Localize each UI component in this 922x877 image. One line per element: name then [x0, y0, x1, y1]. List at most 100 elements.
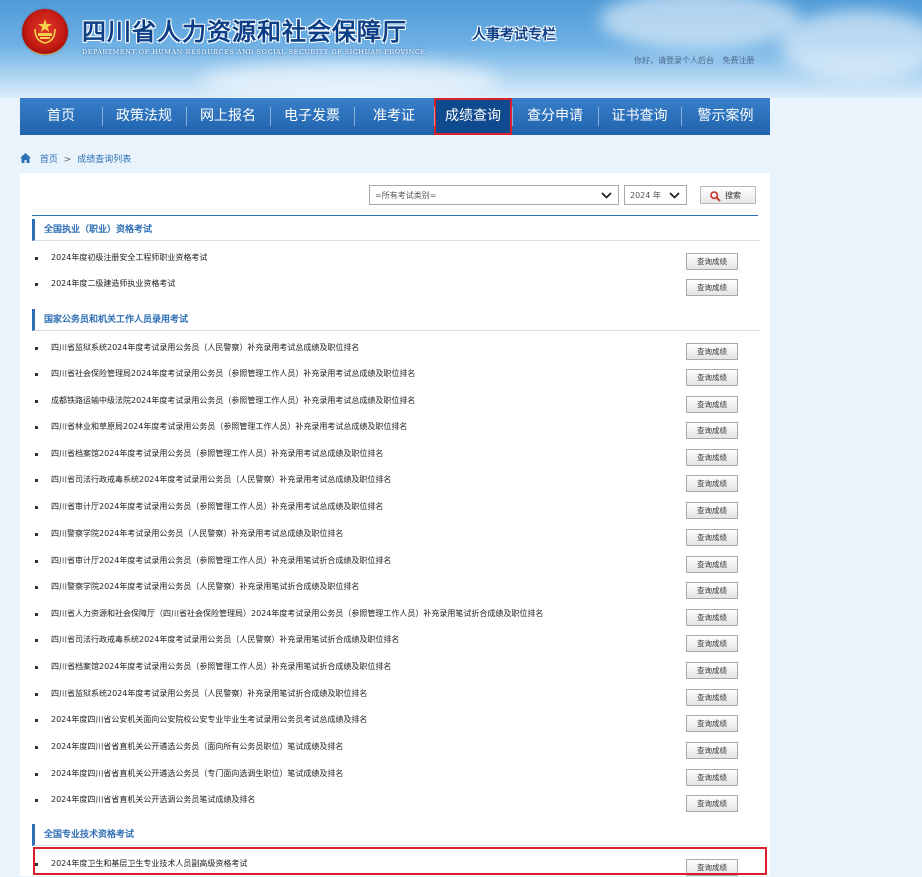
bullet [35, 533, 38, 536]
list-item: 四川省林业和草原局2024年度考试录用公务员（参照管理工作人员）补充录用考试总成… [20, 414, 770, 440]
nav-item-warning-cases[interactable]: 警示案例 [681, 98, 770, 135]
exam-title[interactable]: 四川省监狱系统2024年度考试录用公务员（人民警察）补充录用笔试折合成绩及职位排… [51, 688, 367, 699]
bullet [35, 400, 38, 403]
header-cloud [600, 0, 800, 50]
query-score-button[interactable]: 查询成绩 [686, 582, 738, 599]
search-button-label: 搜索 [725, 191, 741, 200]
exam-title[interactable]: 2024年度初级注册安全工程师职业资格考试 [51, 252, 207, 263]
nav-item-score-review[interactable]: 查分申请 [512, 98, 598, 135]
filter-divider [32, 215, 758, 216]
bullet [35, 613, 38, 616]
exam-column-title: 人事考试专栏 [472, 27, 556, 43]
bullet [35, 453, 38, 456]
nav-item-policy[interactable]: 政策法规 [102, 98, 186, 135]
exam-title[interactable]: 四川警察学院2024年考试录用公务员（人民警察）补充录用考试总成绩及职位排名 [51, 528, 343, 539]
exam-title[interactable]: 四川省司法行政戒毒系统2024年度考试录用公务员（人民警察）补充录用笔试折合成绩… [51, 634, 399, 645]
exam-title[interactable]: 2024年度二级建造师执业资格考试 [51, 278, 175, 289]
register-link[interactable]: 免费注册 [723, 56, 755, 65]
bullet [35, 347, 38, 350]
query-score-button[interactable]: 查询成绩 [686, 369, 738, 386]
query-score-button[interactable]: 查询成绩 [686, 253, 738, 270]
national-emblem-icon [22, 9, 68, 55]
bullet [35, 693, 38, 696]
nav-item-invoice[interactable]: 电子发票 [270, 98, 354, 135]
query-score-button[interactable]: 查询成绩 [686, 475, 738, 492]
query-score-button[interactable]: 查询成绩 [686, 689, 738, 706]
exam-title[interactable]: 2024年度四川省省直机关公开遴选公务员（专门面向选调生职位）笔试成绩及排名 [51, 768, 343, 779]
bullet [35, 863, 38, 866]
list-item: 四川省档案馆2024年度考试录用公务员（参照管理工作人员）补充录用笔试折合成绩及… [20, 654, 770, 680]
list-item: 成都铁路运输中级法院2024年度考试录用公务员（参照管理工作人员）补充录用考试总… [20, 388, 770, 414]
list-item: 四川省社会保险管理局2024年度考试录用公务员（参照管理工作人员）补充录用考试总… [20, 361, 770, 387]
breadcrumb-separator: > [63, 155, 72, 165]
query-score-button[interactable]: 查询成绩 [686, 859, 738, 876]
exam-title[interactable]: 四川省档案馆2024年度考试录用公务员（参照管理工作人员）补充录用笔试折合成绩及… [51, 661, 391, 672]
bullet [35, 257, 38, 260]
exam-title[interactable]: 四川省审计厅2024年度考试录用公务员（参照管理工作人员）补充录用考试总成绩及职… [51, 501, 383, 512]
query-score-button[interactable]: 查询成绩 [686, 742, 738, 759]
query-score-button[interactable]: 查询成绩 [686, 279, 738, 296]
query-score-button[interactable]: 查询成绩 [686, 449, 738, 466]
content-panel: =所有考试类别= 2024 年 搜索 全国执业（职业）资格考试 2024年度初级… [20, 173, 770, 876]
breadcrumb-home-link[interactable]: 首页 [40, 155, 58, 165]
list-item: 2024年度四川省省直机关公开选调公务员笔试成绩及排名 查询成绩 [20, 787, 770, 813]
exam-title[interactable]: 四川省司法行政戒毒系统2024年度考试录用公务员（人民警察）补充录用考试总成绩及… [51, 474, 391, 485]
exam-title[interactable]: 2024年度四川省省直机关公开选调公务员笔试成绩及排名 [51, 794, 255, 805]
search-button[interactable]: 搜索 [700, 186, 756, 204]
site-subtitle: DEPARTMENT OF HUMAN RESOURCES AND SOCIAL… [82, 48, 426, 56]
exam-title[interactable]: 四川警察学院2024年度考试录用公务员（人民警察）补充录用笔试折合成绩及职位排名 [51, 581, 359, 592]
nav-item-home[interactable]: 首页 [20, 98, 102, 135]
exam-category-select[interactable]: =所有考试类别= [369, 185, 619, 205]
nav-item-score-query[interactable]: 成绩查询 [434, 98, 512, 135]
exam-title[interactable]: 2024年度卫生和基层卫生专业技术人员副高级资格考试 [51, 858, 247, 869]
query-score-button[interactable]: 查询成绩 [686, 635, 738, 652]
main-nav: 首页 政策法规 网上报名 电子发票 准考证 成绩查询 查分申请 证书查询 警示案… [20, 98, 770, 135]
bullet [35, 586, 38, 589]
breadcrumb-current: 成绩查询列表 [77, 155, 132, 165]
section-title-professional-technical: 全国专业技术资格考试 [32, 824, 760, 846]
bullet [35, 560, 38, 563]
query-score-button[interactable]: 查询成绩 [686, 795, 738, 812]
query-score-button[interactable]: 查询成绩 [686, 529, 738, 546]
list-item: 四川省审计厅2024年度考试录用公务员（参照管理工作人员）补充录用笔试折合成绩及… [20, 548, 770, 574]
exam-title[interactable]: 2024年度四川省省直机关公开遴选公务员（面向所有公务员职位）笔试成绩及排名 [51, 741, 343, 752]
exam-title[interactable]: 四川省社会保险管理局2024年度考试录用公务员（参照管理工作人员）补充录用考试总… [51, 368, 415, 379]
site-header: 四川省人力资源和社会保障厅 DEPARTMENT OF HUMAN RESOUR… [0, 0, 922, 98]
chevron-down-icon [669, 192, 680, 199]
list-item: 2024年度四川省省直机关公开遴选公务员（面向所有公务员职位）笔试成绩及排名 查询… [20, 734, 770, 760]
list-item: 四川省司法行政戒毒系统2024年度考试录用公务员（人民警察）补充录用考试总成绩及… [20, 467, 770, 493]
year-select[interactable]: 2024 年 [624, 185, 687, 205]
list-item: 2024年度二级建造师执业资格考试 查询成绩 [20, 271, 770, 297]
query-score-button[interactable]: 查询成绩 [686, 343, 738, 360]
section-title-qualification: 全国执业（职业）资格考试 [32, 219, 760, 241]
nav-item-certificate-query[interactable]: 证书查询 [598, 98, 681, 135]
query-score-button[interactable]: 查询成绩 [686, 769, 738, 786]
query-score-button[interactable]: 查询成绩 [686, 715, 738, 732]
exam-title[interactable]: 四川省审计厅2024年度考试录用公务员（参照管理工作人员）补充录用笔试折合成绩及… [51, 555, 391, 566]
login-link[interactable]: 你好，请登录个人后台 [634, 56, 714, 65]
nav-item-registration[interactable]: 网上报名 [186, 98, 270, 135]
query-score-button[interactable]: 查询成绩 [686, 396, 738, 413]
exam-title[interactable]: 四川省监狱系统2024年度考试录用公务员（人民警察）补充录用考试总成绩及职位排名 [51, 342, 359, 353]
exam-title[interactable]: 成都铁路运输中级法院2024年度考试录用公务员（参照管理工作人员）补充录用考试总… [51, 395, 415, 406]
exam-title[interactable]: 四川省人力资源和社会保障厅（四川省社会保险管理局）2024年度考试录用公务员（参… [51, 608, 543, 619]
bullet [35, 746, 38, 749]
list-item: 2024年度卫生和基层卫生专业技术人员副高级资格考试 查询成绩 [20, 851, 770, 877]
exam-title[interactable]: 四川省林业和草原局2024年度考试录用公务员（参照管理工作人员）补充录用考试总成… [51, 421, 407, 432]
exam-title[interactable]: 2024年度四川省公安机关面向公安院校公安专业毕业生考试录用公务员考试总成绩及排… [51, 714, 367, 725]
exam-category-value: =所有考试类别= [375, 191, 437, 200]
bullet [35, 373, 38, 376]
site-title: 四川省人力资源和社会保障厅 [82, 17, 407, 46]
query-score-button[interactable]: 查询成绩 [686, 609, 738, 626]
query-score-button[interactable]: 查询成绩 [686, 502, 738, 519]
exam-title[interactable]: 四川省档案馆2024年度考试录用公务员（参照管理工作人员）补充录用考试总成绩及职… [51, 448, 383, 459]
nav-item-admission-ticket[interactable]: 准考证 [354, 98, 434, 135]
bullet [35, 426, 38, 429]
query-score-button[interactable]: 查询成绩 [686, 662, 738, 679]
query-score-button[interactable]: 查询成绩 [686, 556, 738, 573]
bullet [35, 506, 38, 509]
list-item: 四川省司法行政戒毒系统2024年度考试录用公务员（人民警察）补充录用笔试折合成绩… [20, 627, 770, 653]
query-score-button[interactable]: 查询成绩 [686, 422, 738, 439]
bullet [35, 666, 38, 669]
list-item: 四川警察学院2024年度考试录用公务员（人民警察）补充录用笔试折合成绩及职位排名… [20, 574, 770, 600]
